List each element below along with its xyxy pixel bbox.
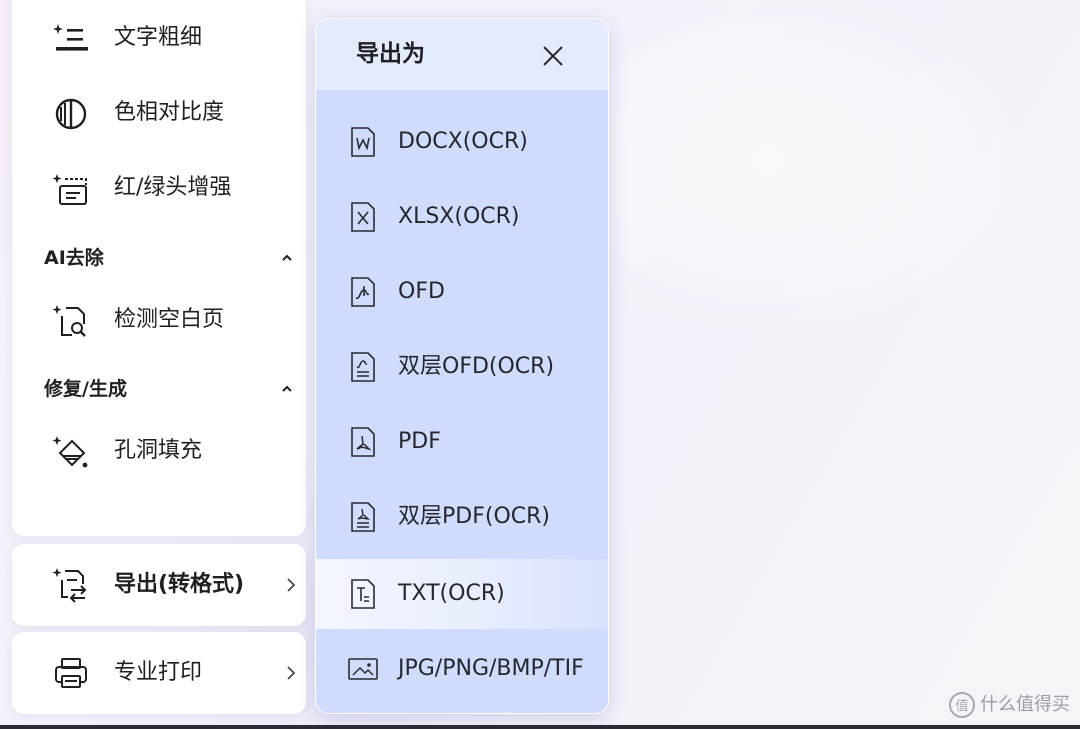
watermark: 值 什么值得买 xyxy=(948,690,1074,722)
format-pdf[interactable]: PDF xyxy=(316,407,608,477)
chevron-right-icon xyxy=(287,666,296,680)
format-label: XLSX(OCR) xyxy=(398,204,520,229)
tools-panel: 文字粗细 色相对比度 红/绿头增强 AI去除 检测空白页 修复/生成 孔洞填充 xyxy=(12,0,306,536)
menu-item-label: 检测空白页 xyxy=(114,307,225,332)
dual-layer-ofd-icon xyxy=(351,352,375,382)
menu-item-label: 色相对比度 xyxy=(114,100,225,125)
chevron-up-icon xyxy=(282,254,292,261)
docx-file-icon xyxy=(351,127,375,157)
format-label: 双层PDF(OCR) xyxy=(398,504,550,529)
format-label: 双层OFD(OCR) xyxy=(398,354,555,379)
format-label: JPG/PNG/BMP/TIF xyxy=(398,656,584,681)
image-file-icon xyxy=(348,658,378,680)
format-docx-ocr[interactable]: DOCX(OCR) xyxy=(316,107,608,177)
svg-text:值: 值 xyxy=(955,698,968,714)
menu-item-label: 文字粗细 xyxy=(114,25,203,50)
format-label: TXT(OCR) xyxy=(398,581,505,606)
xlsx-file-icon xyxy=(351,202,375,232)
hue-contrast-icon xyxy=(55,98,87,130)
menu-item-label: 孔洞填充 xyxy=(114,438,203,463)
section-repair-generate[interactable]: 修复/生成 xyxy=(44,374,294,404)
popup-header: 导出为 xyxy=(316,19,608,90)
export-convert-label: 导出(转格式) xyxy=(114,572,245,597)
menu-item-label: 红/绿头增强 xyxy=(114,175,232,200)
txt-file-icon xyxy=(351,579,375,609)
format-xlsx-ocr[interactable]: XLSX(OCR) xyxy=(316,182,608,252)
menu-item-hue-contrast[interactable]: 色相对比度 xyxy=(12,91,306,135)
format-ofd[interactable]: OFD xyxy=(316,257,608,327)
format-label: DOCX(OCR) xyxy=(398,129,528,154)
professional-print-label: 专业打印 xyxy=(114,660,203,685)
section-title: AI去除 xyxy=(44,247,104,269)
close-icon[interactable] xyxy=(538,41,568,71)
pdf-file-icon xyxy=(351,427,375,457)
menu-item-text-weight[interactable]: 文字粗细 xyxy=(12,16,306,60)
export-as-popup: 导出为 DOCX(OCR) XLSX(OCR) OFD 双层OFD(OCR) P… xyxy=(315,18,609,714)
printer-icon xyxy=(55,658,87,688)
popup-title: 导出为 xyxy=(356,41,425,67)
menu-item-red-green-enhance[interactable]: 红/绿头增强 xyxy=(12,166,306,210)
ofd-file-icon xyxy=(351,277,375,307)
format-label: PDF xyxy=(398,429,441,454)
export-convert-button[interactable]: 导出(转格式) xyxy=(12,544,306,626)
window-bottom-edge xyxy=(0,725,1080,729)
format-image[interactable]: JPG/PNG/BMP/TIF xyxy=(316,634,608,704)
export-convert-icon xyxy=(52,568,87,603)
menu-item-blank-page-detect[interactable]: 检测空白页 xyxy=(12,298,306,342)
red-green-enhance-icon xyxy=(52,174,87,205)
dual-layer-pdf-icon xyxy=(351,502,375,532)
format-label: OFD xyxy=(398,279,445,304)
text-weight-icon xyxy=(53,24,88,51)
hole-fill-icon xyxy=(52,436,88,468)
chevron-up-icon xyxy=(282,385,292,392)
blank-page-detect-icon xyxy=(52,305,86,337)
professional-print-button[interactable]: 专业打印 xyxy=(12,632,306,714)
section-ai-remove[interactable]: AI去除 xyxy=(44,243,294,273)
format-dual-layer-ofd-ocr[interactable]: 双层OFD(OCR) xyxy=(316,332,608,402)
chevron-right-icon xyxy=(287,578,296,592)
format-dual-layer-pdf-ocr[interactable]: 双层PDF(OCR) xyxy=(316,482,608,552)
format-txt-ocr[interactable]: TXT(OCR) xyxy=(316,559,608,629)
watermark-text: 什么值得买 xyxy=(980,694,1070,715)
smzdm-logo-icon: 值 xyxy=(949,692,975,718)
section-title: 修复/生成 xyxy=(44,378,127,400)
menu-item-hole-fill[interactable]: 孔洞填充 xyxy=(12,429,306,473)
